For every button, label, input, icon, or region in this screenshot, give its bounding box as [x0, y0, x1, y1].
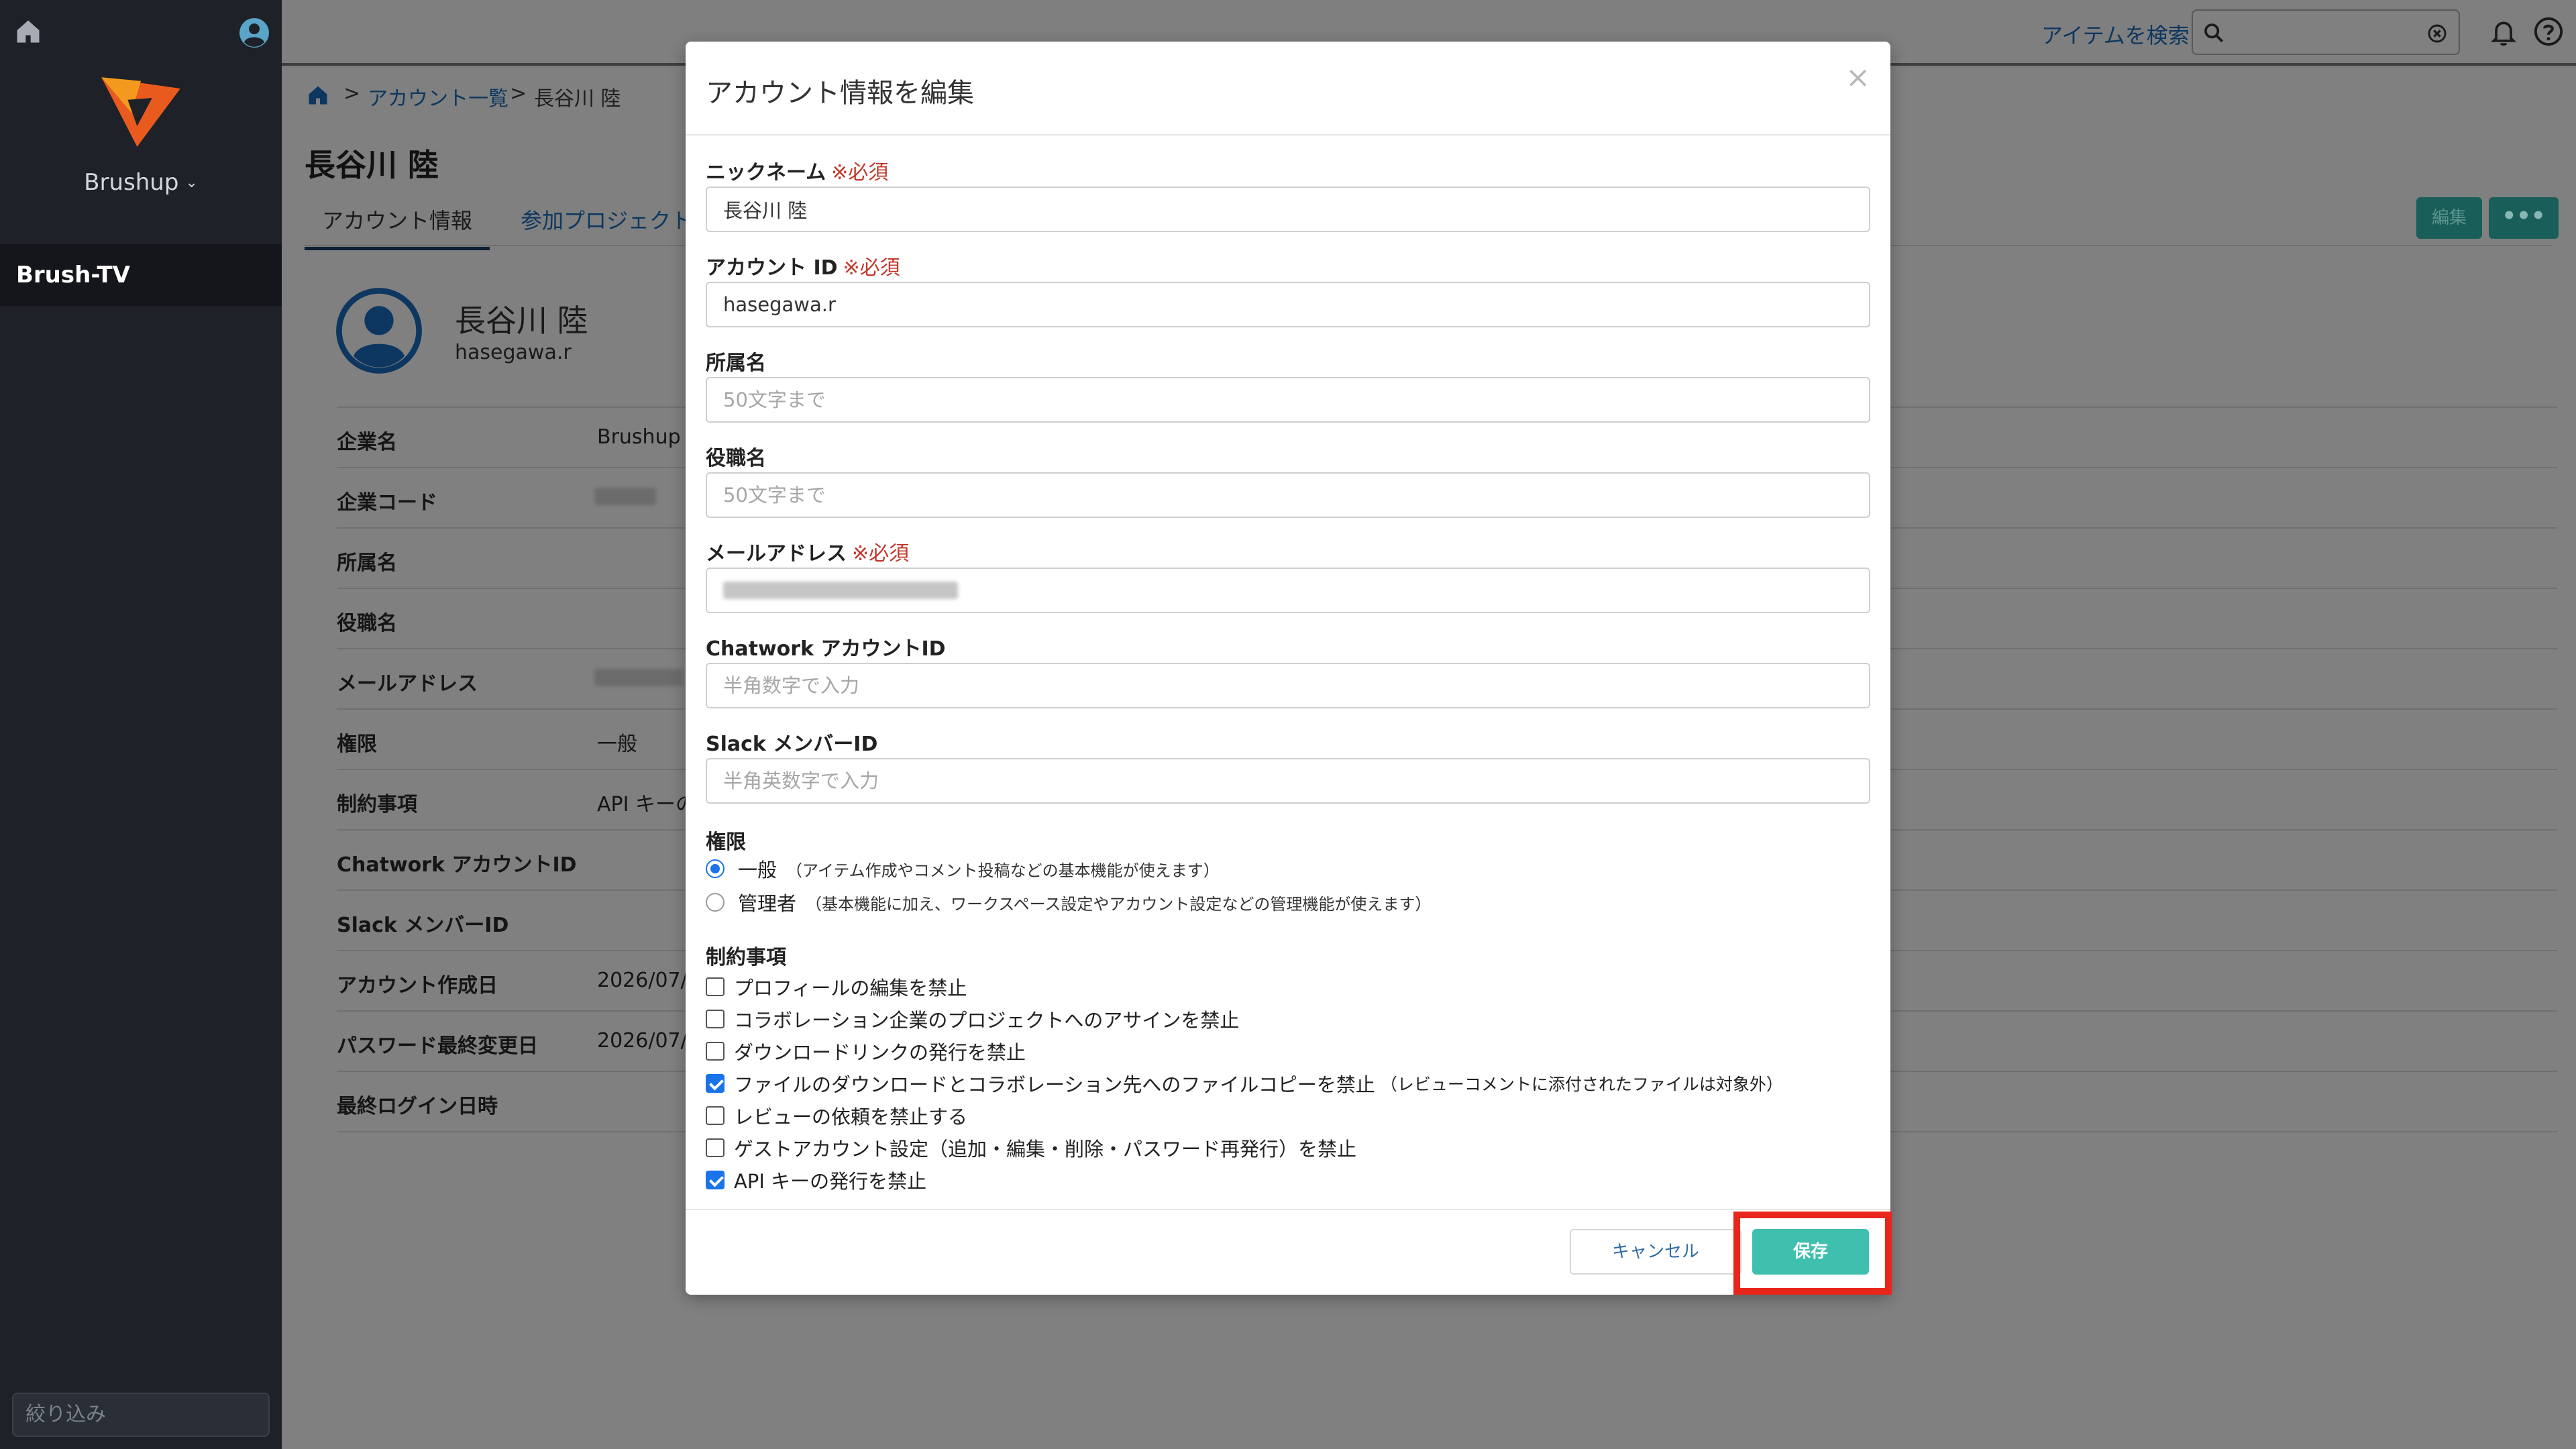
required-mark: ※必須 [852, 542, 910, 566]
profile-name: 長谷川 陸 [455, 303, 588, 339]
row-value: 2026/07/ [597, 1029, 688, 1053]
row-label: 制約事項 [337, 793, 417, 816]
row-label: 企業名 [337, 431, 397, 454]
modal-header: アカウント情報を編集 × [686, 42, 1890, 136]
slack-label: Slack メンバーID [706, 733, 878, 756]
restriction-item[interactable]: ファイルのダウンロードとコラボレーション先へのファイルコピーを禁止 （レビューコメ… [706, 1069, 1783, 1097]
search-input[interactable] [2192, 9, 2460, 55]
brushup-logo [101, 77, 180, 147]
save-button-highlight [1733, 1212, 1892, 1295]
row-value: API キーの [597, 793, 696, 816]
restriction-item[interactable]: ダウンロードリンクの発行を禁止 [706, 1037, 1026, 1065]
edit-account-modal: アカウント情報を編集 × ニックネーム※必須 アカウント ID※必須 所属名 役… [686, 42, 1890, 1295]
chevron-down-icon: ⌄ [185, 174, 198, 191]
checkbox[interactable] [706, 1074, 724, 1093]
checkbox[interactable] [706, 977, 724, 996]
row-label: メールアドレス [337, 672, 478, 696]
modal-footer-divider [686, 1209, 1890, 1210]
sidebar-filter-input[interactable]: 絞り込み [12, 1393, 270, 1437]
restriction-item[interactable]: レビューの依頼を禁止する [706, 1102, 967, 1130]
close-icon[interactable]: × [1845, 60, 1870, 95]
role-option-general[interactable]: 一般 （アイテム作成やコメント投稿などの基本機能が使えます） [706, 855, 1220, 883]
breadcrumb-separator: > [510, 82, 527, 105]
row-label: パスワード最終変更日 [337, 1034, 538, 1058]
workspace-switcher[interactable]: Brushup ⌄ [0, 169, 282, 196]
department-field[interactable] [706, 377, 1870, 423]
modal-title: アカウント情報を編集 [706, 78, 974, 109]
restriction-item[interactable]: プロフィールの編集を禁止 [706, 973, 967, 1001]
breadcrumb-current: 長谷川 陸 [534, 87, 621, 111]
row-label: 役職名 [337, 612, 397, 635]
chatwork-id-field[interactable] [706, 663, 1870, 708]
workspace-name: Brushup [84, 169, 179, 196]
profile-avatar-icon [336, 288, 422, 374]
page-title: 長谷川 陸 [305, 147, 439, 183]
tab-account-info[interactable]: アカウント情報 [305, 204, 490, 250]
email-blurred [723, 582, 958, 599]
breadcrumb-separator: > [343, 82, 361, 105]
required-mark: ※必須 [831, 161, 889, 184]
row-label: 権限 [337, 733, 377, 756]
checkbox[interactable] [706, 1106, 724, 1125]
department-label: 所属名 [706, 352, 766, 375]
clear-icon[interactable] [2426, 23, 2448, 44]
slack-id-field[interactable] [706, 758, 1870, 804]
help-icon[interactable] [2533, 16, 2564, 47]
sidebar: Brushup ⌄ Brush-TV 絞り込み [0, 0, 282, 1449]
checkbox[interactable] [706, 1138, 724, 1157]
checkbox[interactable] [706, 1010, 724, 1028]
position-label: 役職名 [706, 447, 766, 470]
radio-button[interactable] [706, 859, 724, 878]
row-label: 所属名 [337, 551, 397, 575]
nickname-label: ニックネーム ※必須 [706, 161, 889, 184]
row-value: 2026/07/ [597, 969, 688, 992]
checkbox[interactable] [706, 1042, 724, 1061]
company-code-blurred [594, 487, 656, 511]
checkbox[interactable] [706, 1171, 724, 1189]
sidebar-item-brush-tv[interactable]: Brush-TV [0, 244, 282, 306]
edit-button[interactable]: 編集 [2416, 197, 2482, 239]
restrictions-label: 制約事項 [706, 946, 786, 969]
home-icon[interactable] [13, 17, 43, 46]
email-label: メールアドレス ※必須 [706, 542, 910, 566]
role-label: 権限 [706, 830, 746, 854]
profile-account-id: hasegawa.r [455, 341, 572, 364]
account-id-field[interactable] [706, 282, 1870, 327]
row-label: Slack メンバーID [337, 914, 509, 937]
user-avatar-icon[interactable] [238, 17, 270, 49]
restriction-item[interactable]: API キーの発行を禁止 [706, 1166, 926, 1194]
search-icon [2204, 23, 2224, 43]
chatwork-label: Chatwork アカウントID [706, 637, 946, 661]
breadcrumb-home-icon[interactable] [305, 83, 331, 107]
row-label: Chatwork アカウントID [337, 853, 577, 877]
required-mark: ※必須 [843, 256, 900, 280]
radio-button[interactable] [706, 893, 724, 912]
role-option-admin[interactable]: 管理者 （基本機能に加え、ワークスペース設定やアカウント設定などの管理機能が使え… [706, 888, 1431, 916]
row-label: アカウント作成日 [337, 974, 498, 998]
tab-projects[interactable]: 参加プロジェクト [521, 204, 692, 235]
position-field[interactable] [706, 472, 1870, 518]
breadcrumb-account-list[interactable]: アカウント一覧 [368, 82, 508, 111]
email-blurred [594, 668, 683, 692]
bell-icon[interactable] [2489, 16, 2518, 48]
restriction-item[interactable]: コラボレーション企業のプロジェクトへのアサインを禁止 [706, 1005, 1239, 1033]
row-label: 企業コード [337, 491, 437, 515]
email-field[interactable] [706, 568, 1870, 613]
restriction-item[interactable]: ゲストアカウント設定（追加・編集・削除・パスワード再発行）を禁止 [706, 1134, 1356, 1162]
row-label: 最終ログイン日時 [337, 1095, 498, 1118]
account-id-label: アカウント ID ※必須 [706, 256, 900, 280]
row-value: 一般 [597, 733, 637, 756]
more-button[interactable]: ••• [2489, 197, 2559, 239]
row-value: Brushup [597, 425, 681, 449]
nickname-field[interactable] [706, 186, 1870, 232]
item-search-link[interactable]: アイテムを検索 [2041, 19, 2190, 50]
cancel-button[interactable]: キャンセル [1570, 1229, 1741, 1275]
